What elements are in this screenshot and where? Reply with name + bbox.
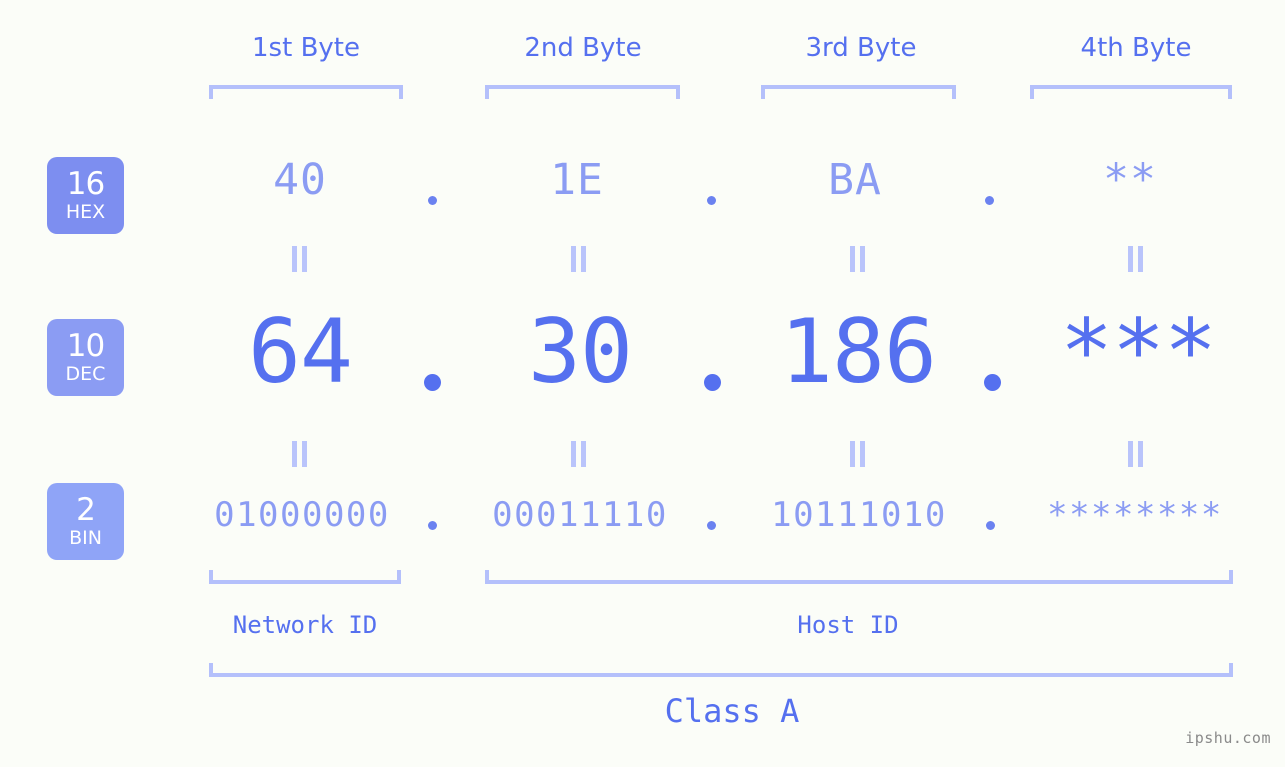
byte-header-label-3: 3rd Byte: [805, 33, 917, 63]
base-badge-hex-number: 16: [66, 166, 105, 202]
base-badge-bin-name: BIN: [69, 527, 102, 549]
base-badge-bin: 2 BIN: [47, 483, 124, 560]
byte-header-label-4: 4th Byte: [1080, 33, 1192, 63]
base-badge-bin-number: 2: [76, 492, 96, 528]
hex-byte-2: 1E: [550, 155, 604, 205]
base-badge-hex: 16 HEX: [47, 157, 124, 234]
dec-dot-separator-3: [984, 374, 1001, 391]
dec-byte-2: 30: [528, 300, 633, 403]
equals-marker-hex-dec-1: [292, 246, 308, 272]
hex-byte-4: **: [1103, 155, 1157, 205]
byte-header-label-1: 1st Byte: [252, 33, 360, 63]
hex-byte-1: 40: [273, 155, 327, 205]
hex-dot-separator-2: [707, 196, 716, 205]
host-id-label: Host ID: [797, 611, 899, 639]
ip-address-breakdown-diagram: 1st Byte 2nd Byte 3rd Byte 4th Byte 16 H…: [0, 0, 1285, 767]
bin-byte-3: 10111010: [771, 495, 947, 535]
equals-marker-hex-dec-2: [571, 246, 587, 272]
bin-dot-separator-1: [428, 521, 437, 530]
base-badge-hex-name: HEX: [65, 201, 106, 223]
bin-dot-separator-3: [986, 521, 995, 530]
equals-marker-dec-bin-2: [571, 441, 587, 467]
byte-bracket-top-2: [485, 85, 680, 99]
base-badge-dec-number: 10: [66, 328, 105, 364]
byte-bracket-top-1: [209, 85, 403, 99]
dec-byte-3: 186: [780, 300, 937, 403]
bin-byte-1: 01000000: [214, 495, 390, 535]
bin-byte-2: 00011110: [492, 495, 668, 535]
host-id-bracket: [485, 570, 1233, 584]
byte-header-label-2: 2nd Byte: [524, 33, 642, 63]
network-id-label: Network ID: [232, 611, 378, 639]
class-bracket: [209, 663, 1233, 677]
base-badge-dec-name: DEC: [65, 363, 106, 385]
bin-dot-separator-2: [707, 521, 716, 530]
network-id-bracket: [209, 570, 401, 584]
hex-dot-separator-1: [428, 196, 437, 205]
bin-byte-4: ********: [1047, 495, 1223, 535]
site-watermark: ipshu.com: [1185, 729, 1271, 747]
equals-marker-hex-dec-4: [1128, 246, 1144, 272]
class-label: Class A: [664, 692, 800, 730]
hex-byte-3: BA: [828, 155, 882, 205]
equals-marker-dec-bin-1: [292, 441, 308, 467]
equals-marker-dec-bin-4: [1128, 441, 1144, 467]
dec-byte-1: 64: [248, 300, 353, 403]
dec-dot-separator-1: [424, 374, 441, 391]
dec-byte-4: ***: [1060, 300, 1217, 403]
base-badge-dec: 10 DEC: [47, 319, 124, 396]
hex-dot-separator-3: [985, 196, 994, 205]
equals-marker-hex-dec-3: [850, 246, 866, 272]
dec-dot-separator-2: [704, 374, 721, 391]
byte-bracket-top-3: [761, 85, 956, 99]
byte-bracket-top-4: [1030, 85, 1232, 99]
equals-marker-dec-bin-3: [850, 441, 866, 467]
